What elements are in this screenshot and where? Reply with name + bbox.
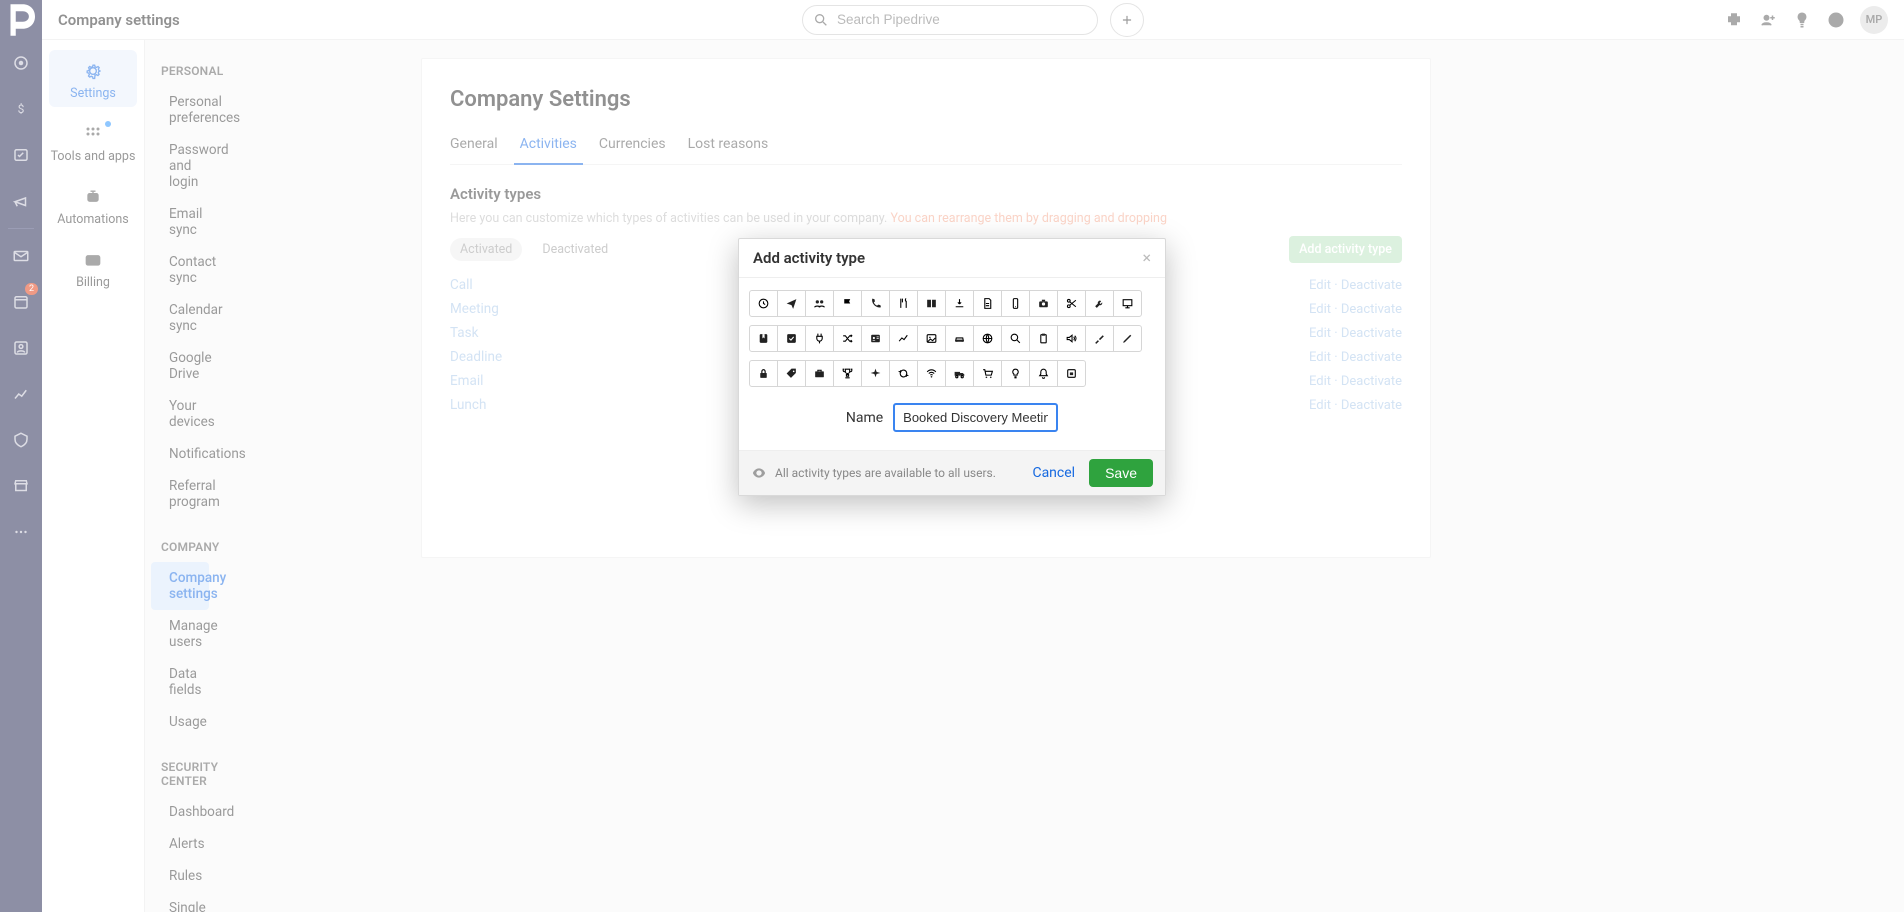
modal-close-button[interactable]: × <box>1142 250 1151 266</box>
clock-icon[interactable] <box>749 290 778 317</box>
down-tray-icon[interactable] <box>945 290 974 317</box>
presentation-icon[interactable] <box>1113 290 1142 317</box>
bulb-icon[interactable] <box>1001 360 1030 387</box>
scissors-icon[interactable] <box>1057 290 1086 317</box>
calendar-box-icon[interactable] <box>1057 360 1086 387</box>
smartphone-icon[interactable] <box>1001 290 1030 317</box>
modal-title: Add activity type <box>753 249 865 267</box>
tag-icon[interactable] <box>777 360 806 387</box>
modal-footer: All activity types are available to all … <box>739 450 1165 495</box>
bookmark-box-icon[interactable] <box>749 325 778 352</box>
utensils-icon[interactable] <box>889 290 918 317</box>
image-icon[interactable] <box>917 325 946 352</box>
truck-icon[interactable] <box>945 360 974 387</box>
bell-icon[interactable] <box>1029 360 1058 387</box>
cart-icon[interactable] <box>973 360 1002 387</box>
camera-icon[interactable] <box>1029 290 1058 317</box>
search-icon[interactable] <box>1001 325 1030 352</box>
trend-icon[interactable] <box>889 325 918 352</box>
activity-name-input[interactable] <box>893 403 1058 432</box>
airplane-icon[interactable] <box>861 360 890 387</box>
loop-icon[interactable] <box>889 360 918 387</box>
plug-socket-icon[interactable] <box>805 325 834 352</box>
name-field-label: Name <box>846 410 883 426</box>
cancel-button[interactable]: Cancel <box>1032 465 1075 481</box>
address-card-icon[interactable] <box>861 325 890 352</box>
lock-icon[interactable] <box>749 360 778 387</box>
wifi-icon[interactable] <box>917 360 946 387</box>
trophy-icon[interactable] <box>833 360 862 387</box>
sound-icon[interactable] <box>1057 325 1086 352</box>
flag-icon[interactable] <box>833 290 862 317</box>
briefcase-icon[interactable] <box>805 360 834 387</box>
eye-icon <box>751 465 767 481</box>
add-activity-type-modal: Add activity type × Name All activity ty… <box>738 238 1166 496</box>
icon-picker <box>749 290 1155 387</box>
modal-header: Add activity type × <box>739 239 1165 278</box>
globe-icon[interactable] <box>973 325 1002 352</box>
phone-icon[interactable] <box>861 290 890 317</box>
pen-icon[interactable] <box>1113 325 1142 352</box>
clipboard-icon[interactable] <box>1029 325 1058 352</box>
check-box-icon[interactable] <box>777 325 806 352</box>
people-icon[interactable] <box>805 290 834 317</box>
car-icon[interactable] <box>945 325 974 352</box>
save-button[interactable]: Save <box>1089 459 1153 487</box>
modal-info-text: All activity types are available to all … <box>775 466 996 480</box>
brush-icon[interactable] <box>1085 325 1114 352</box>
book-icon[interactable] <box>917 290 946 317</box>
plane-send-icon[interactable] <box>777 290 806 317</box>
document-icon[interactable] <box>973 290 1002 317</box>
shuffle-icon[interactable] <box>833 325 862 352</box>
wrench-icon[interactable] <box>1085 290 1114 317</box>
